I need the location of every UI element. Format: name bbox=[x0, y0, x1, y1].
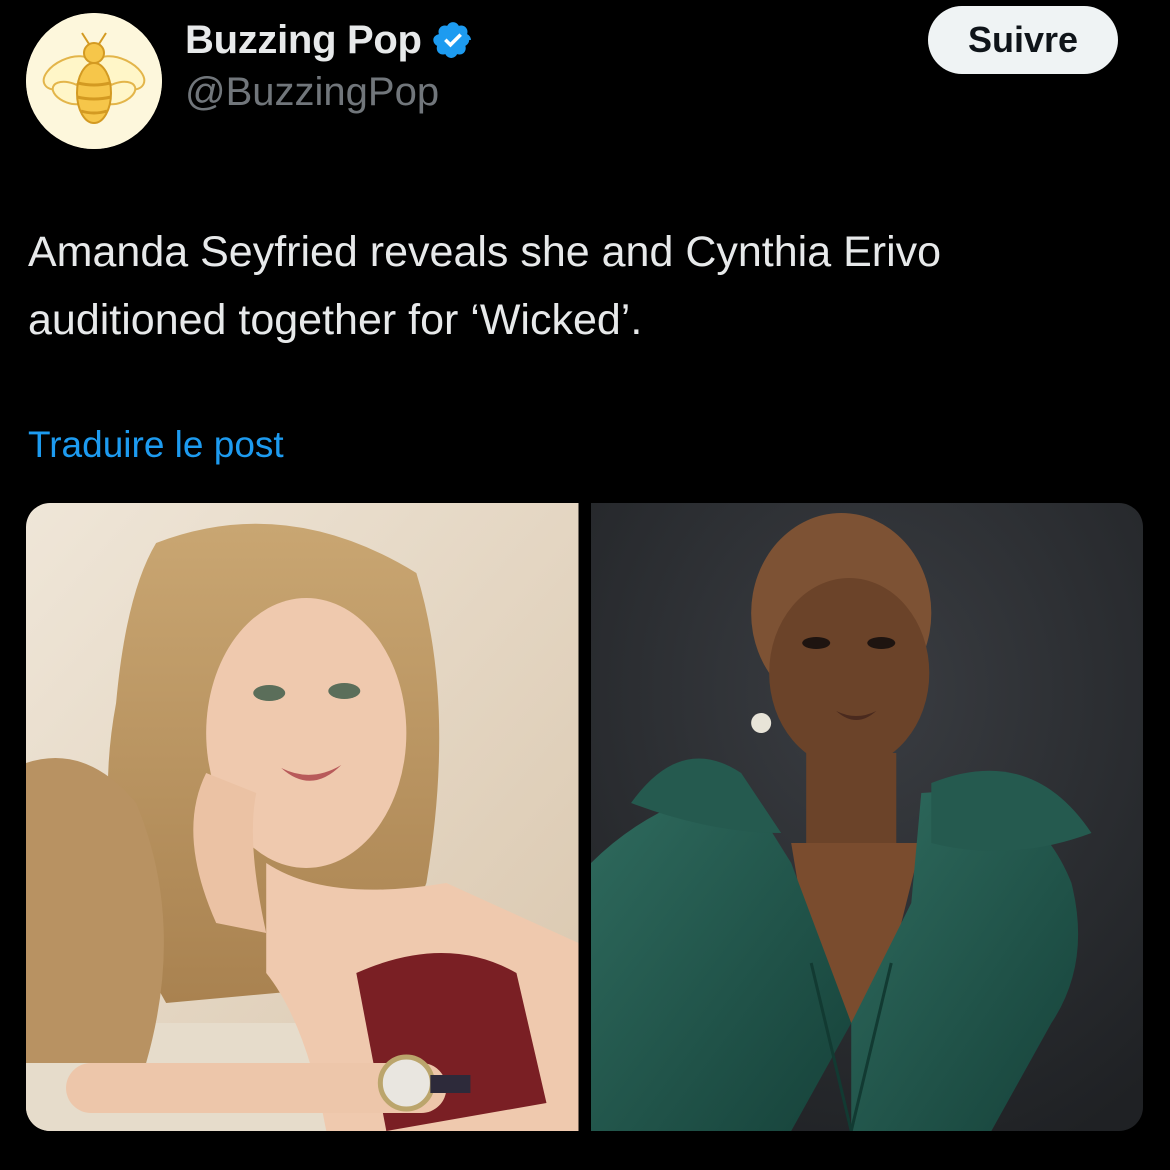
media-photo-1[interactable] bbox=[26, 503, 579, 1131]
bee-icon bbox=[26, 13, 162, 149]
portrait-photo bbox=[26, 503, 579, 1131]
author-handle[interactable]: @BuzzingPop bbox=[185, 70, 474, 115]
follow-button[interactable]: Suivre bbox=[928, 6, 1118, 74]
post-text: Amanda Seyfried reveals she and Cynthia … bbox=[28, 228, 942, 344]
author-name-row: Buzzing Pop bbox=[185, 14, 474, 66]
verified-badge-icon[interactable] bbox=[432, 19, 474, 61]
avatar[interactable] bbox=[26, 13, 162, 149]
portrait-photo bbox=[590, 503, 1143, 1131]
media-photo-2[interactable] bbox=[590, 503, 1143, 1131]
author-display-name[interactable]: Buzzing Pop bbox=[185, 18, 422, 63]
translate-post-link[interactable]: Traduire le post bbox=[28, 424, 284, 466]
author-info: Buzzing Pop @BuzzingPop bbox=[185, 14, 474, 115]
media-grid bbox=[26, 503, 1143, 1131]
